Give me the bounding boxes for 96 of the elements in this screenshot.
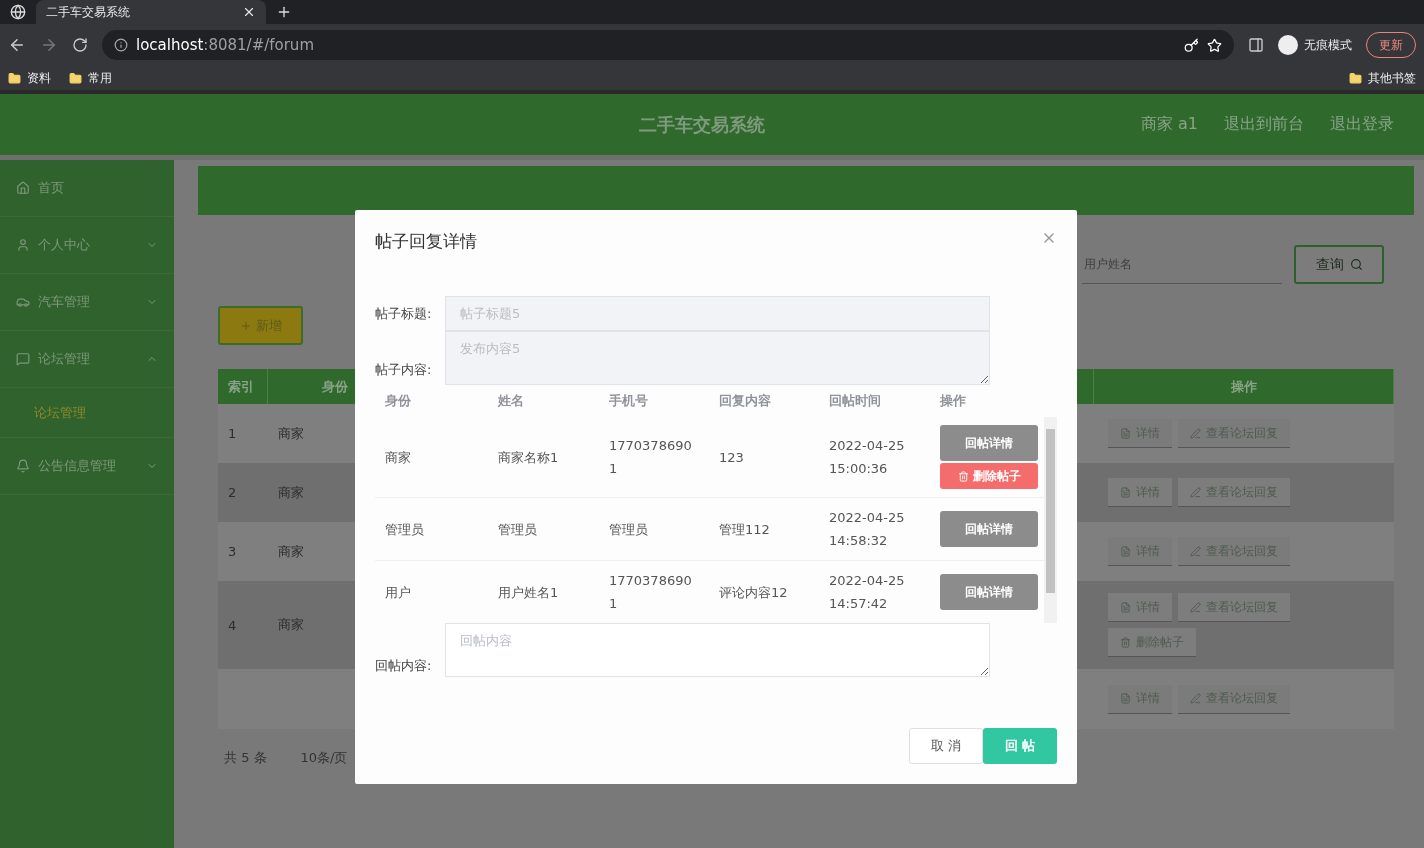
document-icon xyxy=(1120,693,1131,704)
address-bar[interactable]: localhost:8081/#/forum xyxy=(102,30,1234,60)
table-cell: 2 xyxy=(228,485,237,500)
document-icon xyxy=(1120,601,1131,613)
browser-tab[interactable]: 二手车交易系统 xyxy=(36,0,266,24)
table-cell: 管理112 xyxy=(719,521,770,537)
folder-icon xyxy=(8,71,21,85)
column-header: 手机号 xyxy=(609,392,648,410)
table-cell: 2022-04-25 15:00:36 xyxy=(829,438,905,476)
menu-label: 个人中心 xyxy=(38,236,90,254)
scrollbar-thumb[interactable] xyxy=(1046,429,1055,593)
table-cell: 123 xyxy=(719,449,744,465)
pencil-icon xyxy=(1190,545,1201,557)
bookmark[interactable]: 其他书签 xyxy=(1349,69,1416,87)
table-cell: 4 xyxy=(228,617,237,633)
document-icon xyxy=(1120,545,1131,557)
key-icon[interactable] xyxy=(1184,37,1199,53)
column-header: 姓名 xyxy=(498,392,524,410)
column-header: 回帖时间 xyxy=(829,392,881,410)
tab-title: 二手车交易系统 xyxy=(46,3,130,21)
forward-icon[interactable] xyxy=(40,36,58,54)
table-cell: 管理员 xyxy=(609,521,648,537)
incognito-label: 无痕模式 xyxy=(1304,36,1352,54)
header-link[interactable]: 退出登录 xyxy=(1330,114,1394,135)
table-cell: 商家 xyxy=(385,449,411,465)
app-title: 二手车交易系统 xyxy=(638,112,767,137)
globe-icon xyxy=(10,4,26,20)
table-cell: 商家 xyxy=(278,483,304,502)
close-icon[interactable] xyxy=(242,5,256,19)
reload-icon[interactable] xyxy=(72,37,88,53)
pencil-icon xyxy=(1190,693,1201,704)
field-label: 回帖内容: xyxy=(375,657,433,675)
total-count: 共 5 条 xyxy=(224,749,267,767)
table-cell: 商家 xyxy=(278,424,304,443)
plus-icon xyxy=(239,319,252,332)
table-cell: 17703786901 xyxy=(609,573,692,611)
pencil-icon xyxy=(1190,486,1201,498)
table-cell: 17703786901 xyxy=(609,438,692,476)
new-tab-icon[interactable] xyxy=(276,4,292,20)
column-header: 索引 xyxy=(228,377,254,396)
menu-label: 首页 xyxy=(38,179,64,197)
menu-icon xyxy=(16,459,30,473)
pencil-icon xyxy=(1190,601,1201,613)
menu-icon xyxy=(16,352,30,366)
folder-icon xyxy=(1349,71,1362,85)
side-panel-icon[interactable] xyxy=(1248,37,1264,53)
detail-button[interactable]: 回帖详情 xyxy=(940,425,1038,461)
bookmark[interactable]: 资料 xyxy=(8,69,51,87)
back-icon[interactable] xyxy=(8,36,26,54)
table-cell: 3 xyxy=(228,544,237,559)
menu-icon xyxy=(16,295,30,309)
pencil-icon xyxy=(1190,427,1201,439)
document-icon xyxy=(1120,486,1131,498)
table-cell: 商家 xyxy=(278,616,304,634)
menu-label: 汽车管理 xyxy=(38,293,90,311)
field-label: 帖子标题: xyxy=(375,304,433,323)
table-cell: 管理员 xyxy=(498,521,537,537)
table-cell: 商家 xyxy=(278,542,304,561)
star-icon[interactable] xyxy=(1207,37,1222,53)
menu-icon xyxy=(16,238,30,252)
column-header: 身份 xyxy=(385,392,411,410)
detail-button[interactable]: 回帖详情 xyxy=(940,574,1038,610)
document-icon xyxy=(1120,427,1131,439)
column-header: 操作 xyxy=(1230,377,1257,396)
menu-label: 论坛管理 xyxy=(38,350,90,368)
table-cell: 2022-04-25 14:58:32 xyxy=(829,510,905,548)
table-cell: 用户 xyxy=(385,584,411,600)
table-cell: 评论内容12 xyxy=(719,584,788,600)
menu-label: 公告信息管理 xyxy=(38,457,116,475)
info-icon xyxy=(114,38,128,52)
cancel-button[interactable]: 取 消 xyxy=(909,728,983,764)
header-link[interactable]: 退出到前台 xyxy=(1224,114,1304,135)
folder-icon xyxy=(69,71,82,85)
menu-icon xyxy=(16,181,30,195)
delete-button[interactable]: 删除帖子 xyxy=(940,463,1038,489)
table-cell: 商家名称1 xyxy=(498,449,559,465)
detail-button[interactable]: 回帖详情 xyxy=(940,511,1038,547)
bookmark[interactable]: 常用 xyxy=(69,69,112,87)
trash-icon xyxy=(957,470,969,482)
table-cell: 2022-04-25 14:57:42 xyxy=(829,573,905,611)
reply-field[interactable]: 回帖内容 xyxy=(445,623,990,677)
reply-button[interactable]: 回 帖 xyxy=(983,728,1057,764)
table-cell: 管理员 xyxy=(385,521,424,537)
dialog-title: 帖子回复详情 xyxy=(375,230,477,253)
user-name: 商家 a1 xyxy=(1140,114,1198,135)
column-header: 操作 xyxy=(940,392,966,410)
column-header: 身份 xyxy=(322,377,348,396)
column-header: 回复内容 xyxy=(719,392,771,410)
table-cell: 用户姓名1 xyxy=(498,584,559,600)
table-cell: 1 xyxy=(228,426,237,441)
search-icon xyxy=(1349,258,1363,271)
url-text: localhost:8081/#/forum xyxy=(136,36,314,54)
field-label: 帖子内容: xyxy=(375,361,433,379)
trash-icon xyxy=(1120,636,1131,648)
page-size-select[interactable]: 10条/页 xyxy=(300,749,348,767)
search-button[interactable]: 查询 xyxy=(1294,245,1384,284)
